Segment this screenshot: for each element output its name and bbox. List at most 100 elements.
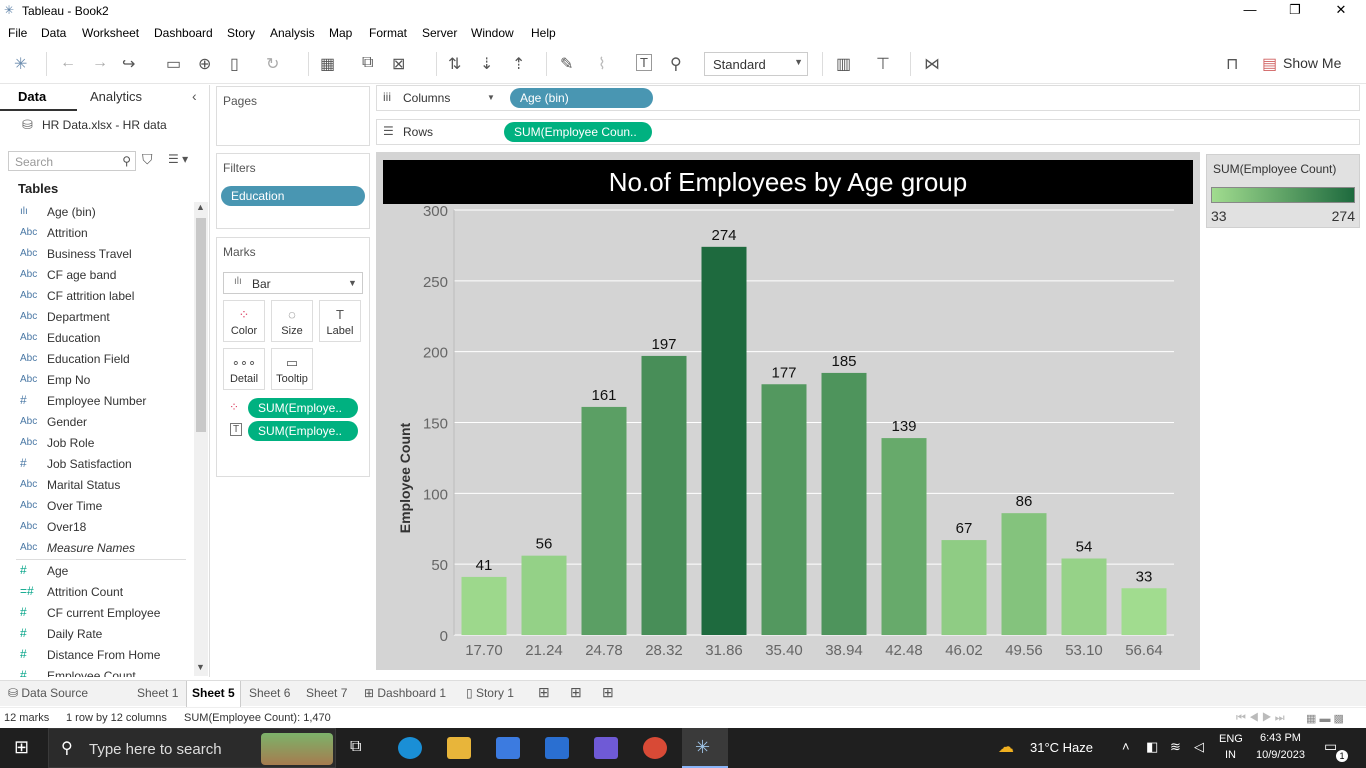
clear-sheet-icon[interactable]: ⊠ [392,54,405,74]
sort-ascending-icon[interactable]: ⇣ [480,54,493,74]
store-icon[interactable] [496,737,520,759]
bar[interactable] [761,384,807,635]
close-button[interactable]: ✕ [1326,2,1356,20]
bar[interactable] [701,246,747,635]
field-job-satisfaction[interactable]: # Job Satisfaction [0,454,195,475]
bar[interactable] [521,555,567,635]
menu-analysis[interactable]: Analysis [270,26,315,40]
field-attrition-count[interactable]: =# Attrition Count [0,582,195,603]
pause-updates-icon[interactable]: ▯ [230,54,239,74]
field-emp-no[interactable]: Abc Emp No [0,370,195,391]
scroll-up-icon[interactable]: ▲ [196,202,205,212]
tab-sheet-5[interactable]: Sheet 5 [192,686,235,700]
datasource-name[interactable]: HR Data.xlsx - HR data [42,118,167,132]
format-painter-icon[interactable]: ⊓ [1226,54,1238,74]
menu-server[interactable]: Server [422,26,457,40]
bar[interactable] [461,576,507,635]
field-cf-age-band[interactable]: Abc CF age band [0,265,195,286]
scrollbar[interactable]: ▲ ▼ [194,202,208,676]
field-measure-names[interactable]: Abc Measure Names [0,538,195,559]
highlight-icon[interactable]: ✎ [560,54,573,74]
color-pill[interactable]: SUM(Employe.. [248,398,358,418]
filter-icon[interactable]: ⛉ [142,151,153,168]
taskbar-search[interactable]: ⚲ Type here to search [48,728,336,768]
tab-story-1[interactable]: ▯ Story 1 [466,686,514,700]
camera-icon[interactable]: ◧ [1146,739,1158,755]
tab-data-source[interactable]: ⛁ Data Source [8,686,88,700]
field-over18[interactable]: Abc Over18 [0,517,195,538]
replay-icon[interactable]: ↪ [122,54,135,74]
windows-start-icon[interactable]: ⊞ [14,737,29,758]
field-daily-rate[interactable]: # Daily Rate [0,624,195,645]
bar[interactable] [941,540,987,635]
redo-icon[interactable]: → [92,54,108,72]
bar[interactable] [821,372,867,635]
field-job-role[interactable]: Abc Job Role [0,433,195,454]
tab-analytics[interactable]: Analytics [90,89,142,104]
menu-file[interactable]: File [8,26,27,40]
field-business-travel[interactable]: Abc Business Travel [0,244,195,265]
collapse-pane-icon[interactable]: ‹ [192,88,197,104]
field-cf-attrition-label[interactable]: Abc CF attrition label [0,286,195,307]
clock-date[interactable]: 10/9/2023 [1256,749,1305,761]
tooltip-button[interactable]: ▭ Tooltip [271,348,313,390]
undo-icon[interactable]: ← [60,54,76,72]
minimize-button[interactable]: — [1235,2,1265,20]
share-icon[interactable]: ⋈ [924,54,940,74]
bar[interactable] [641,355,687,635]
language-primary[interactable]: ENG [1219,733,1243,745]
menu-format[interactable]: Format [369,26,407,40]
bar[interactable] [581,406,627,635]
show-me-button[interactable]: Show Me [1283,55,1341,71]
show-labels-icon[interactable]: T [636,54,652,71]
swap-icon[interactable]: ⇅ [448,54,461,74]
page-nav-icon[interactable]: ⏮ ◀ ▶ ⏭ [1236,712,1285,725]
rows-pill[interactable]: SUM(Employee Coun.. [504,122,652,142]
bar[interactable] [1001,513,1047,635]
tableau-taskbar-button[interactable]: ✳ [682,728,728,768]
menu-dashboard[interactable]: Dashboard [154,26,213,40]
rows-shelf[interactable]: ☰ Rows SUM(Employee Coun.. [376,119,1360,145]
field-over-time[interactable]: Abc Over Time [0,496,195,517]
new-datasource-icon[interactable]: ⊕ [198,54,211,74]
menu-worksheet[interactable]: Worksheet [82,26,139,40]
task-view-icon[interactable]: ⧉ [350,738,361,756]
presentation-icon[interactable]: ⊤ [876,54,890,74]
menu-help[interactable]: Help [531,26,556,40]
field-education-field[interactable]: Abc Education Field [0,349,195,370]
view-toggle-icon[interactable]: ▦ ▬ ▩ [1306,712,1344,725]
filters-card[interactable]: Filters Education [216,153,370,229]
pages-card[interactable]: Pages [216,86,370,146]
app-icon[interactable] [594,737,618,759]
color-button[interactable]: ⁘ Color [223,300,265,342]
field-distance-from-home[interactable]: # Distance From Home [0,645,195,666]
new-story-tab-icon[interactable]: ⊞ [602,684,614,701]
file-explorer-icon[interactable] [447,737,471,759]
field-attrition[interactable]: Abc Attrition [0,223,195,244]
chevron-up-icon[interactable]: ˄ [1122,739,1130,754]
edge-icon[interactable] [398,737,422,759]
field-department[interactable]: Abc Department [0,307,195,328]
mail-icon[interactable] [545,737,569,759]
scroll-down-icon[interactable]: ▼ [196,662,205,672]
label-pill[interactable]: SUM(Employe.. [248,421,358,441]
language-secondary[interactable]: IN [1225,749,1236,761]
maximize-button[interactable]: ❐ [1280,2,1310,20]
tab-data[interactable]: Data [18,89,46,104]
show-me-icon[interactable]: ▤ [1262,54,1277,74]
field-employee-count[interactable]: # Employee Count [0,666,195,677]
weather-text[interactable]: 31°C Haze [1030,740,1093,755]
columns-pill[interactable]: Age (bin) [510,88,653,108]
group-icon[interactable]: ⌇ [598,54,606,74]
show-cards-icon[interactable]: ▥ [836,54,851,74]
tab-sheet-6[interactable]: Sheet 6 [249,686,290,700]
new-worksheet-tab-icon[interactable]: ⊞ [538,684,550,701]
menu-map[interactable]: Map [329,26,352,40]
clock-time[interactable]: 6:43 PM [1260,732,1301,744]
fit-dropdown[interactable]: Standard ▼ [704,52,808,76]
refresh-icon[interactable]: ↻ [266,54,279,74]
menu-story[interactable]: Story [227,26,255,40]
field-gender[interactable]: Abc Gender [0,412,195,433]
duplicate-sheet-icon[interactable]: ⧉ [362,54,373,72]
menu-window[interactable]: Window [471,26,514,40]
